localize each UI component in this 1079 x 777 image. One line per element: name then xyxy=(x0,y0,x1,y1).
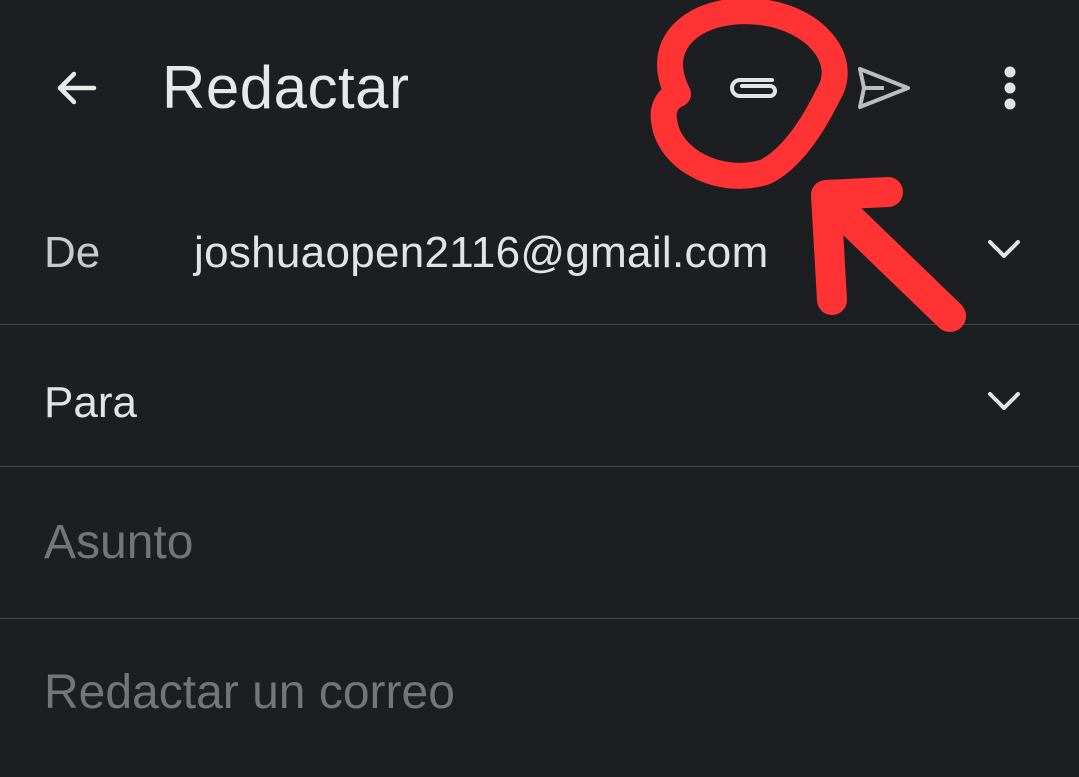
body-area xyxy=(0,619,1079,777)
from-expand-button[interactable] xyxy=(980,225,1028,273)
send-icon xyxy=(858,67,910,109)
arrow-left-icon xyxy=(57,71,97,105)
subject-row xyxy=(0,467,1079,618)
from-account[interactable]: joshuaopen2116@gmail.com xyxy=(194,225,769,281)
more-vert-icon xyxy=(1004,66,1016,110)
more-options-button[interactable] xyxy=(980,56,1040,120)
attach-button[interactable] xyxy=(716,58,792,118)
chevron-down-icon xyxy=(988,240,1020,258)
body-input[interactable] xyxy=(44,663,994,723)
subject-input[interactable] xyxy=(44,513,944,573)
to-row[interactable]: Para xyxy=(0,325,1079,466)
page-title: Redactar xyxy=(162,54,410,121)
compose-screen: Redactar De joshuaopen2116@gmail.com Par… xyxy=(0,0,1079,777)
send-button[interactable] xyxy=(846,56,922,120)
app-bar: Redactar xyxy=(0,0,1079,175)
to-expand-button[interactable] xyxy=(980,377,1028,425)
from-row: De joshuaopen2116@gmail.com xyxy=(0,175,1079,325)
to-label: Para xyxy=(44,378,137,427)
back-button[interactable] xyxy=(40,58,112,118)
from-label: De xyxy=(44,228,101,277)
chevron-down-icon xyxy=(988,392,1020,410)
paperclip-icon xyxy=(730,78,777,98)
